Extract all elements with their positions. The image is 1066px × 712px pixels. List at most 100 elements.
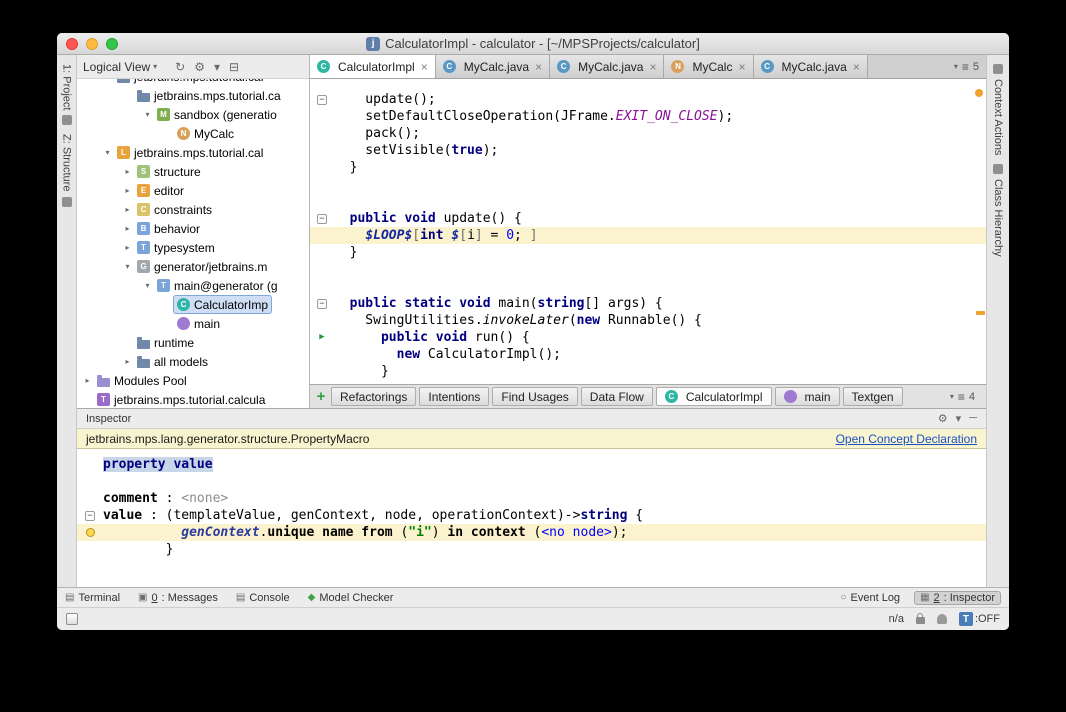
tree-item[interactable]: main (77, 314, 309, 333)
code-line[interactable]: } (310, 159, 986, 176)
tree-item[interactable]: Tjetbrains.mps.tutorial.calcula (77, 390, 309, 408)
tool-button-event-log[interactable]: ○Event Log (840, 592, 900, 604)
close-tab-icon[interactable]: × (738, 60, 745, 74)
code-line[interactable] (310, 193, 986, 210)
hector-icon[interactable] (937, 614, 947, 624)
collapse-all-icon[interactable]: ⊟ (229, 60, 239, 74)
code-editor[interactable]: − update(); setDefaultCloseOperation(JFr… (310, 79, 986, 384)
code-line[interactable]: comment : <none> (77, 490, 986, 507)
zoom-window-button[interactable] (106, 38, 118, 50)
inspection-status-icon[interactable] (975, 89, 983, 97)
expander-icon[interactable]: ▸ (121, 357, 134, 366)
editor-bottom-tab[interactable]: main (775, 387, 840, 406)
inspector-editor[interactable]: property value comment : <none>−value : (… (77, 449, 986, 587)
tool-button-messages[interactable]: ▣0: Messages (138, 592, 218, 604)
code-line[interactable]: $LOOP$[int $[i] = 0; ] (310, 227, 986, 244)
tree-item[interactable]: ▾Ggenerator/jetbrains.m (77, 257, 309, 276)
fold-icon[interactable]: − (317, 95, 327, 105)
close-tab-icon[interactable]: × (535, 60, 542, 74)
editor-tab[interactable]: CMyCalc.java× (754, 55, 868, 78)
code-line[interactable]: genContext.unique name from ("i") in con… (77, 524, 986, 541)
code-line[interactable] (77, 473, 986, 490)
tree-item[interactable]: CCalculatorImp (77, 295, 309, 314)
expander-icon[interactable]: ▾ (101, 79, 114, 81)
tree-item[interactable]: runtime (77, 333, 309, 352)
tool-button-console[interactable]: ▤Console (236, 592, 290, 604)
expander-icon[interactable]: ▸ (121, 224, 134, 233)
code-line[interactable]: property value (77, 456, 986, 473)
code-line[interactable]: − public static void main(string[] args)… (310, 295, 986, 312)
close-window-button[interactable] (66, 38, 78, 50)
code-line[interactable]: ▶ public void run() { (310, 329, 986, 346)
editor-bottom-tab[interactable]: Refactorings (331, 387, 416, 406)
code-line[interactable]: } (310, 363, 986, 380)
code-line[interactable]: pack(); (310, 125, 986, 142)
expander-icon[interactable]: ▾ (141, 281, 154, 290)
fold-icon[interactable]: − (317, 299, 327, 309)
code-line[interactable]: new CalculatorImpl(); (310, 346, 986, 363)
open-concept-declaration-link[interactable]: Open Concept Declaration (836, 432, 977, 446)
tool-button-structure[interactable]: Z: Structure (61, 134, 73, 206)
tree-item[interactable]: ▸Cconstraints (77, 200, 309, 219)
chevron-down-icon[interactable]: ▾ (214, 60, 220, 74)
expander-icon[interactable]: ▾ (121, 262, 134, 271)
code-line[interactable]: setVisible(true); (310, 142, 986, 159)
code-line[interactable]: −value : (templateValue, genContext, nod… (77, 507, 986, 524)
code-line[interactable] (310, 261, 986, 278)
code-line[interactable]: } (77, 541, 986, 558)
editor-bottom-tab[interactable]: CCalculatorImpl (656, 387, 772, 406)
editor-bottom-tab[interactable]: Data Flow (581, 387, 653, 406)
editor-bottom-tab[interactable]: Intentions (419, 387, 489, 406)
editor-bottom-tab[interactable]: Find Usages (492, 387, 577, 406)
editor-tab[interactable]: NMyCalc× (664, 55, 753, 78)
tool-button-model-checker[interactable]: ◆Model Checker (308, 592, 394, 604)
view-selector[interactable]: Logical View ▾ (83, 60, 157, 74)
tree-item[interactable]: ▸Modules Pool (77, 371, 309, 390)
add-icon[interactable]: + (314, 389, 328, 404)
tree-item[interactable]: ▾jetbrains.mps.tutorial.cal (77, 79, 309, 86)
expander-icon[interactable]: ▾ (141, 110, 154, 119)
lock-icon[interactable] (916, 617, 925, 624)
error-stripe-mark[interactable] (976, 311, 985, 315)
titlebar[interactable]: j CalculatorImpl - calculator - [~/MPSPr… (57, 33, 1009, 55)
tool-button-inspector[interactable]: ▦2: Inspector (914, 591, 1001, 605)
expander-icon[interactable]: ▾ (101, 148, 114, 157)
settings-icon[interactable]: ⚙ (194, 60, 205, 74)
close-tab-icon[interactable]: × (649, 60, 656, 74)
tree-item[interactable]: ▾Msandbox (generatio (77, 105, 309, 124)
expander-icon[interactable]: ▸ (121, 167, 134, 176)
expander-icon[interactable]: ▸ (121, 205, 134, 214)
editor-tab[interactable]: CMyCalc.java× (550, 55, 664, 78)
tree-item[interactable]: ▸Eeditor (77, 181, 309, 200)
fold-icon[interactable]: − (317, 214, 327, 224)
code-line[interactable] (310, 176, 986, 193)
minimize-window-button[interactable] (86, 38, 98, 50)
code-line[interactable] (310, 278, 986, 295)
sync-icon[interactable]: ↻ (175, 60, 185, 74)
tool-window-switcher-icon[interactable] (66, 613, 78, 625)
editor-bottom-tab[interactable]: Textgen (843, 387, 903, 406)
tree-item[interactable]: ▸Bbehavior (77, 219, 309, 238)
tool-button-context-actions[interactable]: Context Actions (992, 64, 1004, 155)
code-line[interactable]: setDefaultCloseOperation(JFrame.EXIT_ON_… (310, 108, 986, 125)
typesystem-toggle[interactable]: T :OFF (959, 612, 1000, 626)
editor-tab[interactable]: CMyCalc.java× (436, 55, 550, 78)
tree-item[interactable]: ▾Ljetbrains.mps.tutorial.cal (77, 143, 309, 162)
tree-item[interactable]: NMyCalc (77, 124, 309, 143)
tool-button-terminal[interactable]: ▤Terminal (65, 592, 120, 604)
code-line[interactable]: } (310, 244, 986, 261)
code-line[interactable]: − update(); (310, 91, 986, 108)
bottom-tab-options[interactable]: ▾ ≡ 4 (943, 390, 982, 404)
tab-options[interactable]: ▾ ≡ 5 (947, 55, 986, 78)
tree-item[interactable]: ▸Ttypesystem (77, 238, 309, 257)
chevron-down-icon[interactable]: ▾ (956, 412, 962, 425)
tree-item[interactable]: ▸Sstructure (77, 162, 309, 181)
expander-icon[interactable]: ▸ (121, 243, 134, 252)
close-tab-icon[interactable]: × (421, 60, 428, 74)
code-line[interactable]: − public void update() { (310, 210, 986, 227)
editor-tab[interactable]: CCalculatorImpl× (310, 55, 436, 78)
intention-bulb-icon[interactable] (86, 528, 95, 537)
expander-icon[interactable]: ▸ (81, 376, 94, 385)
tool-button-class-hierarchy[interactable]: Class Hierarchy (992, 164, 1004, 257)
gear-icon[interactable]: ⚙ (938, 412, 948, 425)
